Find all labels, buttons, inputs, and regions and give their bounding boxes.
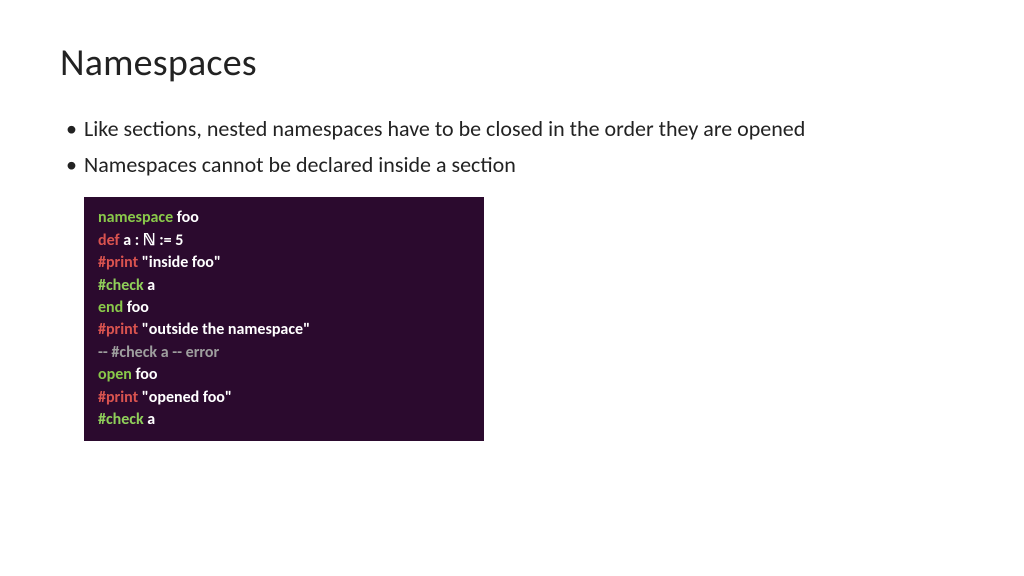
keyword-end: end: [98, 298, 123, 317]
bullet-item: Namespaces cannot be declared inside a s…: [60, 150, 964, 180]
keyword-print: #print: [98, 253, 138, 272]
code-block: namespace foo def a : ℕ := 5 #print "ins…: [84, 197, 484, 441]
code-text: "opened foo": [138, 388, 232, 407]
keyword-print: #print: [98, 388, 138, 407]
code-text: foo: [123, 298, 149, 317]
code-text: foo: [173, 208, 199, 227]
keyword-check: #check: [98, 410, 144, 429]
code-line: #check a: [98, 275, 470, 297]
code-line: end foo: [98, 297, 470, 319]
keyword-print: #print: [98, 320, 138, 339]
code-text: "outside the namespace": [138, 320, 310, 339]
code-comment: -- #check a -- error: [98, 343, 219, 362]
keyword-check: #check: [98, 276, 144, 295]
code-text: a : ℕ := 5: [120, 231, 184, 250]
keyword-def: def: [98, 231, 120, 250]
code-line: -- #check a -- error: [98, 342, 470, 364]
code-line: namespace foo: [98, 207, 470, 229]
code-line: #print "outside the namespace": [98, 319, 470, 341]
code-line: open foo: [98, 364, 470, 386]
code-line: #print "opened foo": [98, 387, 470, 409]
keyword-namespace: namespace: [98, 208, 173, 227]
code-line: #check a: [98, 409, 470, 431]
bullet-list: Like sections, nested namespaces have to…: [60, 114, 964, 179]
code-text: "inside foo": [138, 253, 221, 272]
code-line: #print "inside foo": [98, 252, 470, 274]
code-text: foo: [132, 365, 158, 384]
code-text: a: [144, 276, 156, 295]
code-text: a: [144, 410, 156, 429]
keyword-open: open: [98, 365, 132, 384]
bullet-item: Like sections, nested namespaces have to…: [60, 114, 964, 144]
code-line: def a : ℕ := 5: [98, 230, 470, 252]
slide-title: Namespaces: [60, 40, 964, 86]
